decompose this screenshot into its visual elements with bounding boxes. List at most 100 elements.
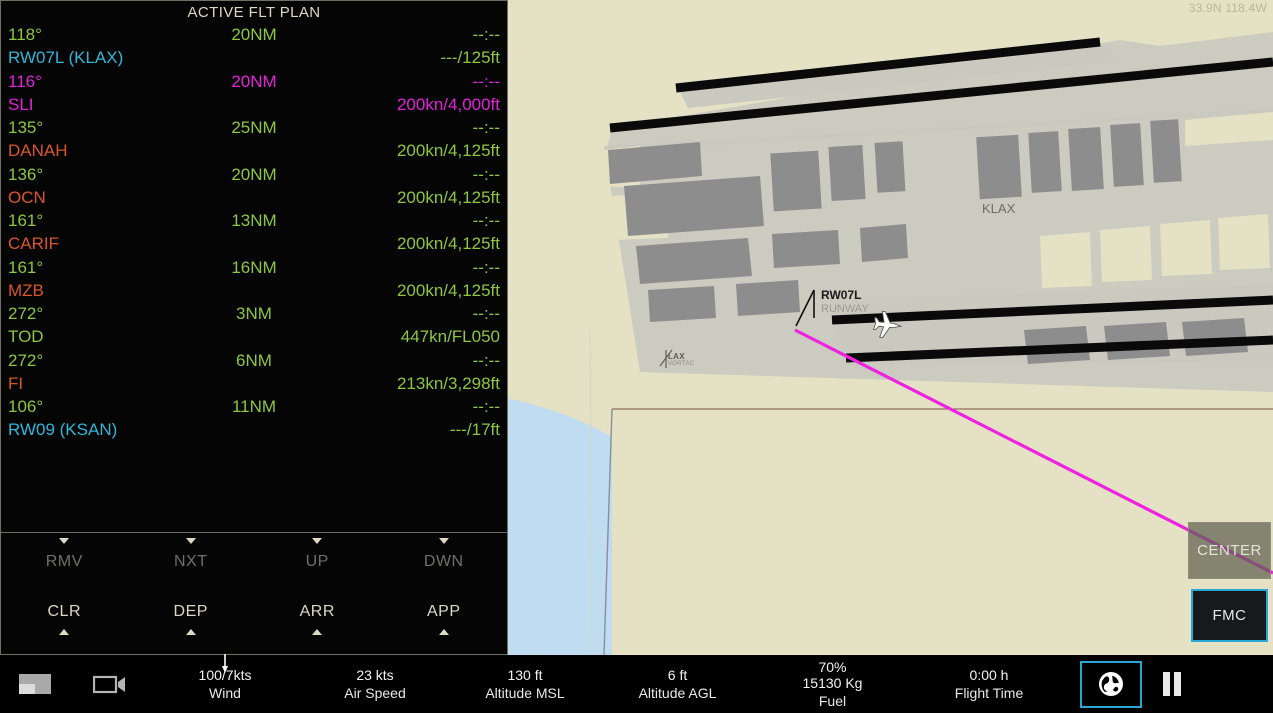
leg-waypoint-name[interactable]: SLI (8, 93, 34, 116)
leg-speed-altitude: ---/125ft (440, 48, 500, 67)
map-label-airport: KLAX (982, 201, 1016, 216)
globe-icon[interactable] (1080, 660, 1142, 708)
leg-course: 118° (8, 25, 42, 44)
readout-air-speed: 23 kts Air Speed (300, 667, 450, 702)
active-flight-plan-panel[interactable]: ACTIVE FLT PLAN 118° 20NM --:-- RW07L (KLAX… (0, 0, 508, 655)
leg-waypoint-name[interactable]: RW07L (KLAX) (8, 46, 123, 69)
flight-time-value: 0:00 h (969, 666, 1009, 683)
leg-eta: --:-- (472, 164, 500, 184)
flight-plan-leg[interactable]: 272° 6NM --:-- FI 213kn/3,298ft (8, 349, 500, 396)
chevron-up-icon (438, 629, 449, 635)
map-label-runway-sub: RUNWAY (821, 303, 869, 315)
leg-distance: 3NM (236, 304, 272, 323)
altitude-msl-label: Altitude MSL (485, 684, 565, 701)
leg-line-primary: 161° 16NM --:-- (8, 256, 500, 279)
leg-waypoint-name[interactable]: MZB (8, 279, 44, 302)
layout-panel-icon[interactable] (0, 673, 70, 695)
leg-line-secondary: SLI 200kn/4,000ft (8, 93, 500, 116)
leg-eta: --:-- (472, 350, 500, 370)
pause-icon[interactable] (1142, 661, 1202, 708)
leg-course: 272° (8, 304, 44, 323)
flight-time-label: Flight Time (954, 684, 1024, 701)
softkey-nxt[interactable]: NXT (128, 533, 255, 571)
leg-waypoint-name[interactable]: TOD (8, 325, 44, 348)
leg-line-primary: 272° 6NM --:-- (8, 349, 500, 372)
softkey-app[interactable]: APP (381, 571, 508, 635)
leg-eta: --:-- (472, 304, 500, 323)
leg-line-primary: 106° 11NM --:-- (8, 395, 500, 418)
flight-plan-leg-list[interactable]: 118° 20NM --:-- RW07L (KLAX) ---/125ft 116° 20… (1, 23, 507, 532)
leg-line-primary: 272° 3NM --:-- (8, 302, 500, 325)
leg-line-primary: 135° 25NM --:-- (8, 116, 500, 139)
center-map-button[interactable]: CENTER (1188, 522, 1271, 579)
fuel-percent: 70% (818, 658, 847, 675)
softkey-rmv[interactable]: RMV (1, 533, 128, 571)
leg-line-secondary: FI 213kn/3,298ft (8, 372, 500, 395)
chevron-up-icon (185, 629, 196, 635)
readout-altitude-msl: 130 ft Altitude MSL (450, 667, 600, 702)
flight-plan-leg[interactable]: 161° 16NM --:-- MZB 200kn/4,125ft (8, 256, 500, 303)
readout-flight-time: 0:00 h Flight Time (910, 667, 1068, 702)
flight-plan-leg[interactable]: 136° 20NM --:-- OCN 200kn/4,125ft (8, 163, 500, 210)
chevron-down-icon (59, 538, 70, 544)
softkey-arr[interactable]: ARR (254, 571, 381, 635)
leg-distance: 11NM (231, 397, 277, 416)
map-coordinates: 33.9N 118.4W (1188, 1, 1267, 15)
chevron-up-icon (312, 629, 323, 635)
readout-wind: 100/7kts Wind (150, 653, 300, 702)
leg-line-secondary: TOD 447kn/FL050 (8, 325, 500, 348)
leg-line-primary: 116° 20NM --:-- (8, 70, 500, 93)
chevron-down-icon (185, 538, 196, 544)
flight-plan-softkeys[interactable]: RMV NXT UP DWN CLR DEP ARR APP (1, 532, 507, 654)
chevron-down-icon (312, 538, 323, 544)
flight-plan-leg[interactable]: 161° 13NM --:-- CARIF 200kn/4,125ft (8, 209, 500, 256)
altitude-agl-value: 6 ft (667, 666, 688, 683)
leg-speed-altitude: ---/17ft (449, 420, 500, 439)
leg-eta: --:-- (472, 257, 500, 277)
altitude-msl-value: 130 ft (507, 666, 543, 683)
air-speed-value: 23 kts (356, 666, 394, 683)
softkey-row-bottom[interactable]: CLR DEP ARR APP (1, 571, 508, 635)
softkey-up[interactable]: UP (254, 533, 381, 571)
chevron-down-icon (438, 538, 449, 544)
leg-speed-altitude: 213kn/3,298ft (396, 373, 500, 393)
leg-speed-altitude: 200kn/4,125ft (396, 280, 500, 300)
softkey-clr[interactable]: CLR (1, 571, 128, 635)
softkey-dep[interactable]: DEP (128, 571, 255, 635)
leg-waypoint-name[interactable]: DANAH (8, 139, 68, 162)
fmc-button[interactable]: FMC (1191, 589, 1268, 642)
leg-waypoint-name[interactable]: RW09 (KSAN) (8, 418, 117, 441)
leg-eta: --:-- (472, 71, 500, 91)
map-label-navaid-sub: VORTAC (668, 361, 695, 367)
leg-distance: 20NM (231, 25, 277, 44)
flight-plan-title: ACTIVE FLT PLAN (187, 4, 321, 21)
status-bar[interactable]: 100/7kts Wind 23 kts Air Speed 130 ft Al… (0, 653, 1273, 713)
flight-plan-leg[interactable]: 118° 20NM --:-- RW07L (KLAX) ---/125ft (8, 23, 500, 70)
leg-speed-altitude: 200kn/4,125ft (396, 234, 500, 253)
leg-distance: 25NM (231, 118, 277, 137)
flight-plan-leg[interactable]: 135° 25NM --:-- DANAH 200kn/4,125ft (8, 116, 500, 163)
softkey-row-top[interactable]: RMV NXT UP DWN (1, 533, 507, 571)
flight-plan-leg[interactable]: 272° 3NM --:-- TOD 447kn/FL050 (8, 302, 500, 349)
leg-line-primary: 136° 20NM --:-- (8, 163, 500, 186)
leg-speed-altitude: 447kn/FL050 (400, 327, 500, 346)
chevron-up-icon (59, 629, 70, 635)
leg-distance: 20NM (231, 164, 277, 184)
leg-eta: --:-- (472, 118, 500, 137)
softkey-dwn[interactable]: DWN (381, 533, 508, 571)
leg-waypoint-name[interactable]: CARIF (8, 232, 59, 255)
leg-line-secondary: DANAH 200kn/4,125ft (8, 139, 500, 162)
wind-direction-arrow (222, 653, 228, 673)
leg-course: 116° (8, 71, 42, 91)
readout-altitude-agl: 6 ft Altitude AGL (600, 667, 755, 702)
leg-waypoint-name[interactable]: OCN (8, 186, 46, 209)
leg-line-secondary: MZB 200kn/4,125ft (8, 279, 500, 302)
video-camera-icon[interactable] (70, 673, 150, 695)
leg-line-secondary: CARIF 200kn/4,125ft (8, 232, 500, 255)
leg-course: 161° (8, 257, 44, 277)
leg-waypoint-name[interactable]: FI (8, 372, 23, 395)
flight-plan-leg[interactable]: 106° 11NM --:-- RW09 (KSAN) ---/17ft (8, 395, 500, 442)
simulator-screen: 33.9N 118.4W KLAX RW07L RUNWAY LAX VORTA… (0, 0, 1273, 713)
flight-plan-leg[interactable]: 116° 20NM --:-- SLI 200kn/4,000ft (8, 70, 500, 117)
air-speed-label: Air Speed (344, 684, 406, 701)
